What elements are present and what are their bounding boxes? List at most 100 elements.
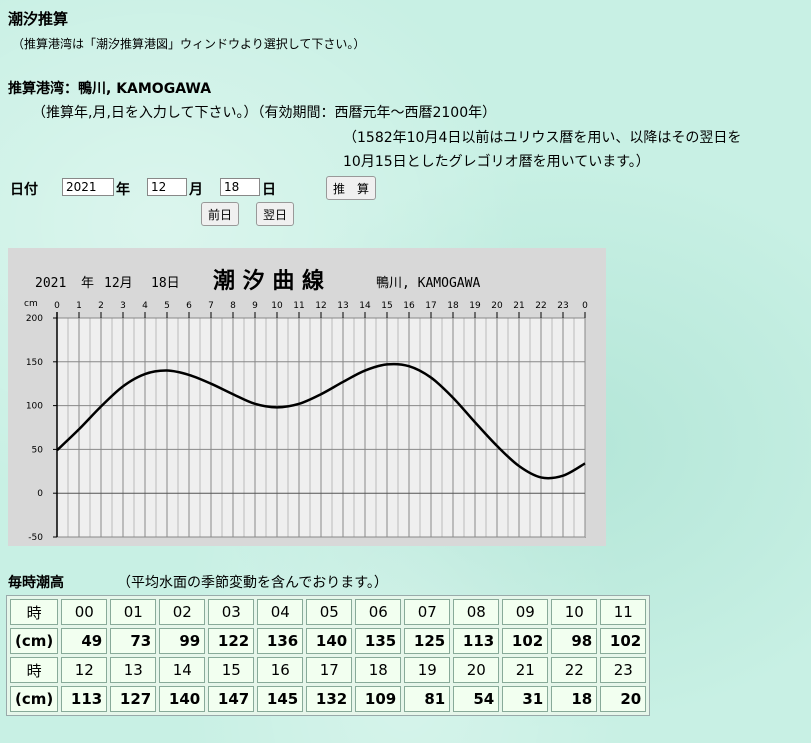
- next-day-button[interactable]: 翌日: [256, 202, 294, 226]
- month-input[interactable]: [147, 178, 187, 196]
- x-tick-label: 7: [208, 301, 214, 311]
- instruction-text: （推算年,月,日を入力して下さい。）（有効期間：西暦元年〜西暦2100年）: [32, 105, 497, 121]
- value-row-1-label: (cm): [10, 628, 59, 654]
- hour-row-1-cell: 11: [600, 599, 647, 625]
- hour-row-1-cell: 07: [404, 599, 451, 625]
- value-row-1-cell: 102: [600, 628, 647, 654]
- x-tick-label: 23: [557, 301, 568, 311]
- x-tick-label: 0: [54, 301, 60, 311]
- hourly-section-title: 毎時潮高: [8, 575, 64, 591]
- hour-row-2-cell: 15: [208, 657, 255, 683]
- hour-row-2-cell: 12: [61, 657, 108, 683]
- x-tick-label: 17: [425, 301, 436, 311]
- chart-year-unit: 年: [81, 276, 94, 291]
- value-row-2-cell: 20: [600, 686, 647, 712]
- hour-row-1: 時 00 01 02 03 04 05 06 07 08 09 10 11: [10, 599, 647, 625]
- value-row-1-cell: 49: [61, 628, 108, 654]
- hour-row-1-cell: 10: [551, 599, 598, 625]
- day-input[interactable]: [220, 178, 260, 196]
- day-unit: 日: [262, 182, 276, 198]
- x-tick-label: 10: [271, 301, 283, 311]
- hourly-tide-table: 時 00 01 02 03 04 05 06 07 08 09 10 11 (cm) 49 73 99 122 13…: [6, 595, 651, 716]
- value-row-2-cell: 127: [110, 686, 157, 712]
- hourly-section-note: （平均水面の季節変動を含んでおります。）: [117, 575, 388, 591]
- hour-row-1-cell: 02: [159, 599, 206, 625]
- value-row-2-cell: 81: [404, 686, 451, 712]
- hour-row-2-cell: 16: [257, 657, 304, 683]
- value-row-1-cell: 135: [355, 628, 402, 654]
- y-tick-label: 200: [26, 314, 43, 324]
- calendar-note-line2: 10月15日としたグレゴリオ暦を用いています。）: [343, 154, 650, 170]
- x-tick-label: 3: [120, 301, 126, 311]
- prev-day-button[interactable]: 前日: [201, 202, 239, 226]
- month-unit: 月: [189, 182, 203, 198]
- compute-button[interactable]: 推 算: [326, 176, 376, 200]
- value-row-1-cell: 122: [208, 628, 255, 654]
- y-axis-unit-label: cm: [24, 299, 38, 309]
- x-tick-label: 14: [359, 301, 371, 311]
- value-row-2-cell: 132: [306, 686, 353, 712]
- x-tick-label: 21: [513, 301, 524, 311]
- x-tick-label: 15: [381, 301, 392, 311]
- y-tick-label: -50: [28, 533, 43, 543]
- value-row-1-cell: 102: [502, 628, 549, 654]
- chart-date-year: 2021: [35, 276, 66, 291]
- page-title: 潮汐推算: [8, 10, 69, 28]
- value-row-2-cell: 113: [61, 686, 108, 712]
- port-label: 推算港湾：鴨川, KAMOGAWA: [8, 81, 212, 97]
- hour-row-2-cell: 13: [110, 657, 157, 683]
- hour-row-2: 時 12 13 14 15 16 17 18 19 20 21 22 23: [10, 657, 647, 683]
- value-row-1-cell: 73: [110, 628, 157, 654]
- y-tick-label: 50: [32, 445, 44, 455]
- tide-chart: 2021 年 12月 18日 潮 汐 曲 線 鴨川, KAMOGAWA cm -…: [8, 248, 606, 546]
- hour-row-2-cell: 17: [306, 657, 353, 683]
- value-row-1-cell: 113: [453, 628, 500, 654]
- x-tick-label: 2: [98, 301, 104, 311]
- hour-row-2-cell: 20: [453, 657, 500, 683]
- year-input[interactable]: [62, 178, 114, 196]
- hour-row-2-cell: 21: [502, 657, 549, 683]
- hour-row-2-cell: 22: [551, 657, 598, 683]
- calendar-note-line1: （1582年10月4日以前はユリウス暦を用い、以降はその翌日を: [343, 130, 742, 146]
- value-row-2-cell: 147: [208, 686, 255, 712]
- chart-date-day: 18日: [151, 276, 180, 291]
- hour-row-1-cell: 04: [257, 599, 304, 625]
- hour-row-1-cell: 01: [110, 599, 157, 625]
- y-tick-label: 150: [26, 358, 43, 368]
- x-tick-label: 13: [337, 301, 348, 311]
- value-row-2: (cm) 113 127 140 147 145 132 109 81 54 31 18 20: [10, 686, 647, 712]
- value-row-2-cell: 109: [355, 686, 402, 712]
- y-tick-label: 0: [37, 489, 43, 499]
- year-unit: 年: [116, 182, 130, 198]
- hour-row-2-cell: 14: [159, 657, 206, 683]
- x-tick-label: 9: [252, 301, 258, 311]
- value-row-2-cell: 145: [257, 686, 304, 712]
- hour-row-1-label: 時: [10, 599, 59, 625]
- x-tick-label: 19: [469, 301, 481, 311]
- chart-title: 潮 汐 曲 線: [213, 268, 324, 294]
- x-tick-label: 0: [582, 301, 588, 311]
- value-row-2-cell: 31: [502, 686, 549, 712]
- x-tick-label: 18: [447, 301, 459, 311]
- x-tick-label: 1: [76, 301, 82, 311]
- value-row-1: (cm) 49 73 99 122 136 140 135 125 113 102 98 102: [10, 628, 647, 654]
- hour-row-2-cell: 23: [600, 657, 647, 683]
- hour-row-1-cell: 06: [355, 599, 402, 625]
- value-row-2-cell: 18: [551, 686, 598, 712]
- x-tick-label: 16: [403, 301, 415, 311]
- x-tick-label: 20: [491, 301, 503, 311]
- value-row-2-cell: 140: [159, 686, 206, 712]
- hour-row-2-label: 時: [10, 657, 59, 683]
- chart-date-month: 12月: [104, 276, 133, 291]
- value-row-1-cell: 98: [551, 628, 598, 654]
- x-tick-label: 8: [230, 301, 236, 311]
- x-tick-label: 6: [186, 301, 192, 311]
- value-row-2-label: (cm): [10, 686, 59, 712]
- x-tick-label: 11: [293, 301, 304, 311]
- date-label: 日付: [10, 182, 38, 198]
- x-tick-label: 22: [535, 301, 546, 311]
- y-tick-label: 100: [26, 402, 43, 412]
- value-row-1-cell: 99: [159, 628, 206, 654]
- hour-row-1-cell: 05: [306, 599, 353, 625]
- chart-port: 鴨川, KAMOGAWA: [376, 276, 480, 291]
